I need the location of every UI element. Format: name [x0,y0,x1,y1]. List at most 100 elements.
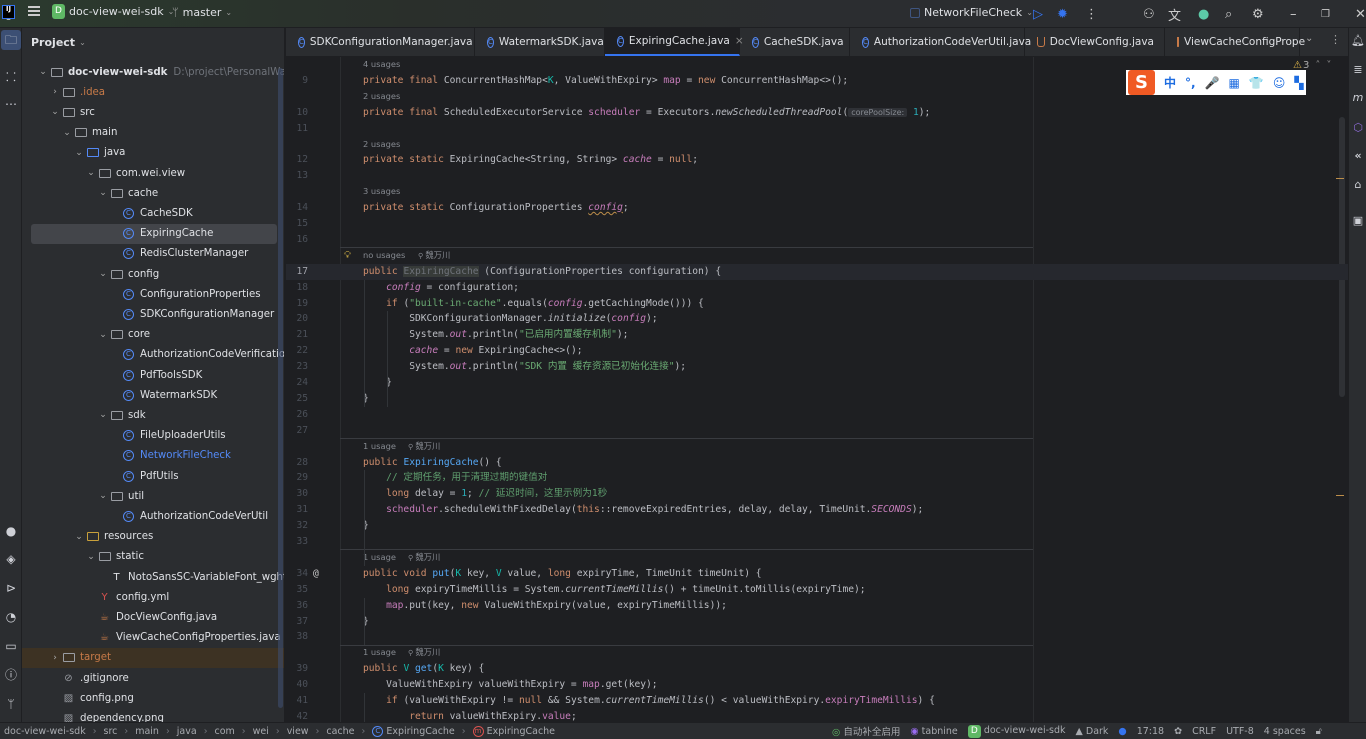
code-line[interactable]: 29 // 定期任务，用于清理过期的键值对 [286,470,1033,486]
code-line[interactable]: 28 public ExpiringCache() { [286,455,1033,471]
tree-item[interactable]: C ConfigurationProperties [22,284,284,304]
tree-item[interactable]: C ExpiringCache [31,223,277,244]
code-line[interactable]: 39 public V get(K key) { [286,661,1033,677]
tab-docviewconfig-java[interactable]: DocViewConfig.java [1025,28,1165,56]
code-line[interactable]: 12 private static ExpiringCache<String, S… [286,152,1033,168]
project-tool-button[interactable]: 🗀 [1,30,21,50]
author-hint[interactable]: ⚲ 魏万川 [418,248,450,265]
tree-item[interactable]: ⌄ com.wei.view [22,163,284,183]
code-line[interactable]: 37} [286,614,1033,630]
profiler-tool-button[interactable]: ◔ [1,607,21,627]
tree-item[interactable]: C PdfUtils [22,466,284,486]
tree-item[interactable]: › .idea [22,82,284,102]
tree-item[interactable]: ⌄ java [22,143,284,163]
editor-scrollbar[interactable] [1339,117,1345,397]
main-menu-icon[interactable] [28,6,40,16]
run-tool-button[interactable]: ⊳ [1,578,21,598]
code-line[interactable]: 40 ValueWithExpiry valueWithExpiry = map… [286,677,1033,693]
ime-tool-icon[interactable]: ▦ [1229,76,1240,90]
minimize-button[interactable]: – [1290,0,1297,28]
structure-tool-button[interactable]: ⸬ [1,67,21,87]
translate-button[interactable]: 文 [1168,0,1181,28]
chevron-down-icon[interactable]: ⌄ [49,107,61,117]
tree-item[interactable]: C CacheSDK [22,203,284,223]
usages-hint[interactable]: 1 usage [363,645,396,661]
chevron-right-icon[interactable]: › [49,653,61,663]
tree-item[interactable]: Yconfig.yml [22,587,284,607]
branch-switcher[interactable]: ᛘ master ⌄ [172,6,232,19]
chevron-down-icon[interactable]: ⌄ [61,128,73,138]
tab-sdkconfigurationmanager-java[interactable]: C SDKConfigurationManager.java [286,28,475,56]
tree-item[interactable]: ⌄ sdk [22,405,284,425]
tab-authorizationcodeverutil-java[interactable]: C AuthorizationCodeVerUtil.java [850,28,1031,56]
breadcrumb-item[interactable]: cache [326,726,354,737]
tree-item[interactable]: ▨ config.png [22,688,284,708]
warning-marker[interactable] [1336,178,1344,179]
ime-tool-icon[interactable]: 中 [1164,74,1176,91]
close-window-button[interactable]: ✕ [1355,0,1366,28]
settings-button[interactable]: ⚙ [1252,0,1264,28]
project-switcher[interactable]: D doc-view-wei-sdk ⌄ [52,4,174,19]
tab-viewcacheconfigprope[interactable]: ViewCacheConfigPrope [1165,28,1305,56]
run-button[interactable]: ▷ [1033,0,1043,28]
project-panel-header[interactable]: Project ⌄ [22,28,284,56]
tree-item[interactable]: T NotoSansSC-VariableFont_wght.ttf [22,567,284,587]
code-line[interactable]: 14 private static ConfigurationProperties… [286,200,1033,216]
code-line[interactable]: 15 [286,216,1033,232]
tree-item[interactable]: ⌄ util [22,486,284,506]
code-line[interactable]: 10 private final ScheduledExecutorService… [286,105,1033,121]
code-line[interactable]: 23 System.out.println("SDK 内置 缓存资源已初始化连接… [286,359,1033,375]
code-line[interactable]: 11 [286,121,1033,137]
code-line[interactable]: 36 map.put(key, new ValueWithExpiry(valu… [286,598,1033,614]
chevron-right-icon[interactable]: › [49,87,61,97]
chevron-down-icon[interactable]: ⌄ [73,148,85,158]
code-line[interactable]: 41 if (valueWithExpiry != null && System… [286,693,1033,709]
chevron-down-icon[interactable]: ⌄ [97,491,109,501]
services-tool-button[interactable]: ◈ [1,549,21,569]
tab-cachesdk-java[interactable]: C CacheSDK.java [740,28,850,56]
author-hint[interactable]: ⚲ 魏万川 [408,550,440,567]
breadcrumb-item[interactable]: wei [253,726,269,737]
tree-item[interactable]: ⌄ config [22,264,284,284]
lightbulb-icon[interactable]: 💡︎ [344,248,351,264]
more-actions-button[interactable]: ⋮ [1085,0,1098,28]
tree-item[interactable]: C AuthorizationCodeVerUtil [22,506,284,526]
ime-tool-icon[interactable]: ☺ [1273,76,1286,90]
chevron-down-icon[interactable]: ⌄ [73,532,85,542]
run-config-selector[interactable]: NetworkFileCheck ⌄ [910,6,1033,19]
author-hint[interactable]: ⚲ 魏万川 [408,439,440,456]
chevron-down-icon[interactable]: ⌄ [85,168,97,178]
usages-hint[interactable]: no usages [363,248,405,264]
usages-hint[interactable]: 3 usages [363,184,400,200]
tree-item[interactable]: C FileUploaderUtils [22,426,284,446]
status-dot-icon[interactable]: ● [1118,726,1126,737]
tab-watermarksdk-java[interactable]: C WatermarkSDK.java [475,28,605,56]
tree-item[interactable]: ⌄ static [22,547,284,567]
cursor-time[interactable]: 17:18 [1137,726,1164,737]
breadcrumb-item[interactable]: view [287,726,309,737]
ime-toolbar[interactable]: S 中 °, 🎤 ▦ 👕 ☺ ▚ [1126,70,1306,95]
code-line[interactable]: 27 [286,423,1033,439]
ai-assistant-button[interactable]: ● [1198,0,1209,28]
code-editor[interactable]: 4 usages 9 private final ConcurrentHashMap… [286,57,1348,722]
maven-icon[interactable]: m [1351,91,1365,105]
code-line[interactable]: 30 long delay = 1; // 延迟时间，这里示例为1秒 [286,486,1033,502]
ime-tool-icon[interactable]: °, [1185,76,1196,90]
next-highlight-icon[interactable]: ˅ [1326,60,1331,71]
ime-tool-icon[interactable]: 🎤 [1205,76,1220,90]
chevron-down-icon[interactable]: ⌄ [37,67,49,77]
tree-item[interactable]: ⌄ cache [22,183,284,203]
code-line[interactable]: 35 long expiryTimeMillis = System.curren… [286,582,1033,598]
code-line[interactable]: 19 if ("built-in-cache".equals(config.ge… [286,296,1033,312]
breadcrumb-item[interactable]: com [215,726,235,737]
implements-marker-icon[interactable]: @ [313,566,319,582]
ime-tool-icon[interactable]: ▚ [1294,76,1303,90]
notifications-icon[interactable]: 🔔︎ [1351,34,1365,48]
theme-widget[interactable]: ▲ Dark [1076,726,1109,737]
database-icon[interactable]: ≣ [1351,63,1365,77]
more-tools-button[interactable]: ⋯ [1,94,21,114]
preview-icon[interactable]: ▣ [1351,214,1365,228]
code-line[interactable]: 42 return valueWithExpiry.value; [286,709,1033,722]
usages-hint[interactable]: 2 usages [363,89,400,105]
chevron-down-icon[interactable]: ⌄ [97,410,109,420]
